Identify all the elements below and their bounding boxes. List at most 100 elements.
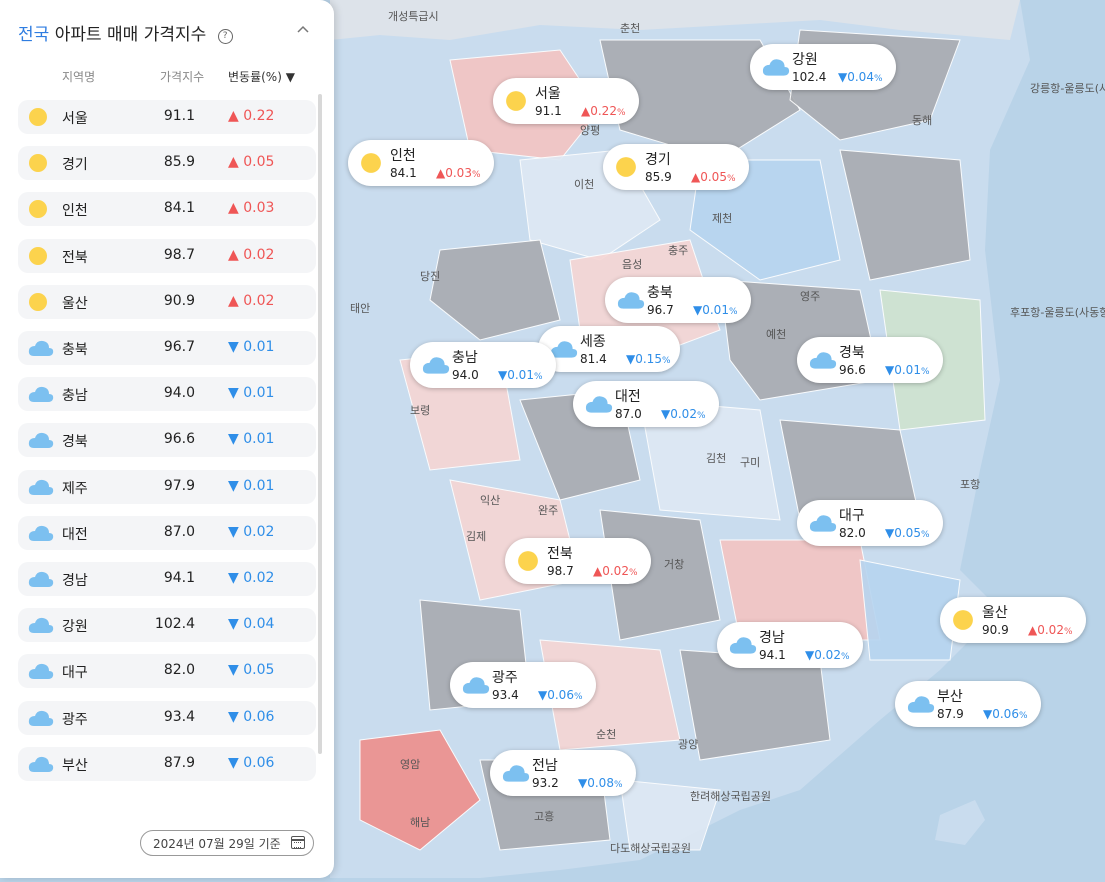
bubble-change-rate: ▼0.02%	[805, 648, 850, 662]
region-row[interactable]: 충북 96.7 ▼ 0.01	[18, 331, 316, 365]
price-index-value: 87.0	[163, 523, 195, 540]
map-place-label: 익산	[480, 494, 500, 507]
change-rate: ▲ 0.03	[228, 200, 275, 217]
bubble-index-value: 93.2	[532, 776, 559, 790]
region-name: 경북	[62, 434, 88, 451]
map-place-label: 영주	[800, 290, 820, 303]
region-name: 경기	[62, 157, 88, 174]
price-index-value: 90.9	[163, 292, 195, 309]
region-row[interactable]: 경기 85.9 ▲ 0.05	[18, 146, 316, 181]
region-bubble[interactable]: 전남 93.2 ▼0.08%	[490, 750, 636, 796]
price-index-value: 98.7	[163, 246, 195, 263]
bubble-change-rate: ▼0.01%	[885, 363, 930, 377]
sun-icon	[28, 199, 48, 223]
region-bubble[interactable]: 충북 96.7 ▼0.01%	[605, 277, 751, 323]
cloud-icon	[28, 615, 54, 639]
cloud-icon	[422, 354, 450, 380]
region-bubble[interactable]: 세종 81.4 ▼0.15%	[538, 326, 680, 372]
cloud-icon	[462, 674, 490, 700]
bubble-change-rate: ▲0.03%	[436, 166, 481, 180]
cloud-icon	[907, 693, 935, 719]
region-row[interactable]: 서울 91.1 ▲ 0.22	[18, 100, 316, 134]
region-name: 대전	[62, 526, 88, 543]
bubble-region-name: 경기	[645, 152, 671, 168]
bubble-index-value: 96.7	[647, 303, 674, 317]
bubble-region-name: 충북	[647, 285, 673, 301]
region-name: 강원	[62, 619, 88, 636]
bubble-region-name: 대전	[615, 389, 641, 405]
region-row[interactable]: 대구 82.0 ▼ 0.05	[18, 654, 316, 689]
region-bubble[interactable]: 충남 94.0 ▼0.01%	[410, 342, 556, 388]
help-icon[interactable]: ?	[217, 29, 233, 44]
region-row[interactable]: 부산 87.9 ▼ 0.06	[18, 746, 316, 781]
list-scrollbar[interactable]	[318, 94, 322, 754]
map-place-label: 해남	[410, 815, 430, 829]
price-index-value: 96.7	[163, 339, 195, 355]
change-rate: ▼ 0.02	[228, 523, 275, 540]
price-index-value: 87.9	[163, 754, 195, 771]
price-index-value: 93.4	[163, 708, 195, 725]
column-header-change-sort[interactable]: 변동률(%) ▼	[228, 68, 295, 85]
map-place-label: 광양	[678, 738, 698, 751]
region-row[interactable]: 울산 90.9 ▲ 0.02	[18, 284, 316, 319]
bubble-index-value: 87.0	[615, 407, 642, 421]
map-place-label: 고흥	[534, 809, 554, 823]
price-index-value: 91.1	[163, 108, 195, 124]
price-index-value: 97.9	[163, 477, 195, 494]
region-bubble[interactable]: 부산 87.9 ▼0.06%	[895, 681, 1041, 727]
chevron-up-icon[interactable]	[296, 22, 310, 38]
region-row[interactable]: 제주 97.9 ▼ 0.01	[18, 469, 316, 504]
cloud-icon	[28, 661, 54, 685]
region-row[interactable]: 경남 94.1 ▼ 0.02	[18, 562, 316, 596]
region-row[interactable]: 인천 84.1 ▲ 0.03	[18, 192, 316, 227]
region-row[interactable]: 경북 96.6 ▼ 0.01	[18, 423, 316, 458]
region-bubble[interactable]: 경기 85.9 ▲0.05%	[603, 144, 749, 190]
region-bubble[interactable]: 경북 96.6 ▼0.01%	[797, 337, 943, 383]
bubble-index-value: 93.4	[492, 688, 519, 702]
date-selector-button[interactable]: 2024년 07월 29일 기준	[140, 830, 314, 856]
region-row[interactable]: 충남 94.0 ▼ 0.01	[18, 377, 316, 412]
cloud-icon	[809, 349, 837, 375]
region-name: 전북	[62, 249, 88, 266]
bubble-region-name: 충남	[452, 350, 478, 366]
bubble-region-name: 인천	[390, 148, 416, 164]
bubble-index-value: 81.4	[580, 352, 607, 366]
date-label: 2024년 07월 29일 기준	[153, 837, 281, 851]
bubble-region-name: 세종	[580, 334, 606, 350]
region-row[interactable]: 광주 93.4 ▼ 0.06	[18, 700, 316, 735]
region-list[interactable]: 서울 91.1 ▲ 0.22 경기 85.9 ▲ 0.05 인천 84.1 ▲ 0.03 전북 98…	[18, 100, 316, 817]
sun-icon	[28, 292, 48, 316]
change-rate: ▼ 0.05	[228, 662, 275, 679]
region-row[interactable]: 강원 102.4 ▼ 0.04	[18, 608, 316, 643]
bubble-index-value: 94.0	[452, 368, 479, 382]
bubble-region-name: 광주	[492, 670, 518, 686]
calendar-icon	[291, 836, 305, 849]
change-rate: ▼ 0.06	[228, 754, 275, 771]
region-row[interactable]: 전북 98.7 ▲ 0.02	[18, 238, 316, 273]
bubble-change-rate: ▼0.01%	[693, 303, 738, 317]
region-name: 경남	[62, 573, 88, 589]
region-bubble[interactable]: 전북 98.7 ▲0.02%	[505, 538, 651, 584]
change-rate: ▼ 0.02	[228, 570, 275, 586]
region-bubble[interactable]: 강원 102.4 ▼0.04%	[750, 44, 896, 90]
region-scope-label[interactable]: 전국	[18, 25, 49, 45]
region-bubble[interactable]: 인천 84.1 ▲0.03%	[348, 140, 494, 186]
cloud-icon	[28, 754, 54, 778]
region-bubble[interactable]: 울산 90.9 ▲0.02%	[940, 597, 1086, 643]
cloud-icon	[729, 634, 757, 660]
region-bubble[interactable]: 서울 91.1 ▲0.22%	[493, 78, 639, 124]
bubble-region-name: 전남	[532, 758, 558, 774]
price-index-value: 85.9	[163, 154, 195, 171]
panel-title-text: 아파트 매매 가격지수	[54, 25, 207, 45]
region-bubble[interactable]: 광주 93.4 ▼0.06%	[450, 662, 596, 708]
region-bubble[interactable]: 대전 87.0 ▼0.02%	[573, 381, 719, 427]
cloud-icon	[617, 289, 645, 315]
column-header-region: 지역명	[62, 70, 96, 84]
bubble-region-name: 울산	[982, 605, 1008, 621]
bubble-region-name: 강원	[792, 52, 818, 68]
bubble-change-rate: ▼0.05%	[885, 526, 930, 540]
region-row[interactable]: 대전 87.0 ▼ 0.02	[18, 515, 316, 550]
map-place-label: 강릉항-울릉도(사동항)	[1030, 82, 1105, 95]
region-bubble[interactable]: 경남 94.1 ▼0.02%	[717, 622, 863, 668]
region-bubble[interactable]: 대구 82.0 ▼0.05%	[797, 500, 943, 546]
